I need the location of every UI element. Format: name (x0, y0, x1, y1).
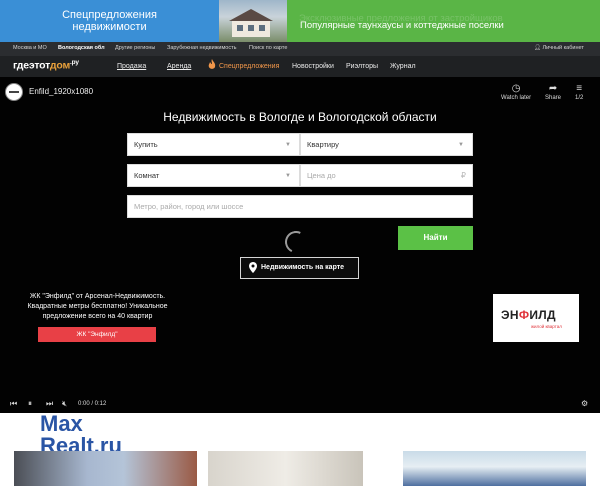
rooms-select[interactable]: Комнат ▼ (127, 164, 300, 187)
channel-avatar[interactable] (5, 83, 23, 101)
share-icon: ➦ (548, 83, 558, 94)
rooms-value: Комнат (134, 171, 160, 180)
promo-townhouses[interactable]: Эксклюзивные предложения от застройщиков… (287, 0, 600, 42)
ruble-icon: ₽ (460, 171, 466, 180)
chevron-down-icon: ▼ (458, 142, 464, 148)
listing-thumbnail[interactable] (208, 451, 363, 486)
region-vologda[interactable]: Вологодская обл (58, 45, 105, 51)
gear-icon[interactable]: ⚙︎ (581, 399, 588, 408)
enfild-logo-subtitle: жилой квартал (531, 324, 562, 329)
main-nav: гдеэтотдом.ру Продажа Аренда Спецпредлож… (0, 56, 600, 77)
deal-type-value: Купить (134, 140, 158, 149)
previous-icon[interactable]: ⏮︎ (10, 399, 17, 409)
price-max-input[interactable]: Цена до ₽ (300, 164, 473, 187)
nav-journal[interactable]: Журнал (390, 63, 416, 70)
map-search-link[interactable]: Поиск по карте (249, 45, 287, 51)
nav-special-offers[interactable]: Спецпредложения (219, 63, 279, 70)
loading-spinner-icon (281, 227, 311, 257)
pause-icon[interactable]: ⏸︎ (28, 399, 32, 409)
chevron-down-icon: ▼ (285, 142, 291, 148)
map-pin-icon (249, 262, 257, 273)
playlist-icon: ≡ (576, 83, 583, 94)
watch-later-label: Watch later (501, 95, 532, 101)
enfild-promo-text: ЖК "Энфилд" от Арсенал-Недвижимость. Ква… (27, 293, 168, 320)
enfild-logo-part-1: ЭН (501, 308, 519, 322)
listing-thumbnail[interactable] (14, 451, 197, 486)
promo-right-ghost-text: Эксклюзивные предложения от застройщиков (299, 13, 503, 24)
logo-part-1: где (13, 59, 29, 72)
enfild-button[interactable]: ЖК "Энфилд" (38, 327, 156, 342)
region-nav: Москва и МО Вологодская обл Другие регио… (0, 42, 600, 56)
cabinet-label: Личный кабинет (542, 45, 584, 51)
video-time: 0:00 / 0:12 (78, 401, 107, 407)
video-controls: ⏮︎ ⏸︎ ⏭︎ 🔇︎ 0:00 / 0:12 ⚙︎ (0, 397, 600, 413)
video-player[interactable]: Enfild_1920x1080 ◷ Watch later ➦ Share ≡… (0, 77, 600, 413)
region-abroad[interactable]: Зарубежная недвижимость (167, 45, 236, 51)
promo-house-image[interactable] (219, 0, 287, 42)
user-icon: 👤︎ (534, 45, 541, 51)
enfild-logo: ЭНФИЛД (501, 308, 556, 322)
nav-new-buildings[interactable]: Новостройки (292, 63, 334, 70)
region-moscow[interactable]: Москва и МО (13, 45, 47, 51)
enfild-logo-part-2: Ф (518, 308, 530, 322)
mute-icon[interactable]: 🔇︎ (62, 399, 67, 409)
nav-rent[interactable]: Аренда (167, 63, 191, 70)
region-other[interactable]: Другие регионы (115, 45, 155, 51)
watermark-line1: Max (40, 411, 83, 436)
logo-part-3: дом (49, 59, 71, 72)
fire-icon (208, 59, 216, 69)
deal-type-select[interactable]: Купить ▼ (127, 133, 300, 156)
promo-special-offers[interactable]: Спецпредложения недвижимости (0, 0, 219, 42)
find-button[interactable]: Найти (398, 226, 473, 250)
playlist-button[interactable]: ≡ 1/2 (575, 83, 583, 101)
watch-later-button[interactable]: ◷ Watch later (501, 83, 531, 101)
listing-thumbnail[interactable] (403, 451, 586, 486)
location-placeholder: Метро, район, город или шоссе (134, 202, 244, 211)
personal-cabinet-link[interactable]: 👤︎ Личный кабинет (534, 45, 584, 51)
map-search-button[interactable]: Недвижимость на карте (240, 257, 359, 279)
next-icon[interactable]: ⏭︎ (46, 399, 53, 409)
location-input[interactable]: Метро, район, город или шоссе (127, 195, 473, 218)
nav-realtors[interactable]: Риэлторы (346, 63, 378, 70)
playlist-counter: 1/2 (575, 95, 584, 101)
map-search-label: Недвижимость на карте (261, 264, 345, 271)
share-label: Share (545, 95, 562, 101)
enfild-logo-card[interactable]: ЭНФИЛД жилой квартал (493, 294, 579, 342)
chevron-down-icon: ▼ (285, 173, 291, 179)
page-title: Недвижимость в Вологде и Вологодской обл… (163, 110, 437, 124)
logo-part-4: .ру (70, 59, 79, 66)
promo-banner[interactable]: Спецпредложения недвижимости Эксклюзивны… (0, 0, 600, 42)
price-placeholder: Цена до (307, 171, 336, 180)
share-button[interactable]: ➦ Share (545, 83, 561, 101)
property-type-value: Квартиру (307, 140, 339, 149)
nav-sale[interactable]: Продажа (117, 63, 146, 70)
property-type-select[interactable]: Квартиру ▼ (300, 133, 473, 156)
promo-left-line1: Спецпредложения (62, 9, 157, 21)
promo-left-line2: недвижимости (72, 21, 147, 33)
clock-icon: ◷ (511, 83, 521, 94)
enfild-logo-part-3: ИЛД (529, 308, 556, 322)
site-logo[interactable]: гдеэтотдом.ру (13, 59, 79, 72)
video-title[interactable]: Enfild_1920x1080 (29, 87, 93, 96)
logo-part-2: этот (28, 59, 50, 72)
